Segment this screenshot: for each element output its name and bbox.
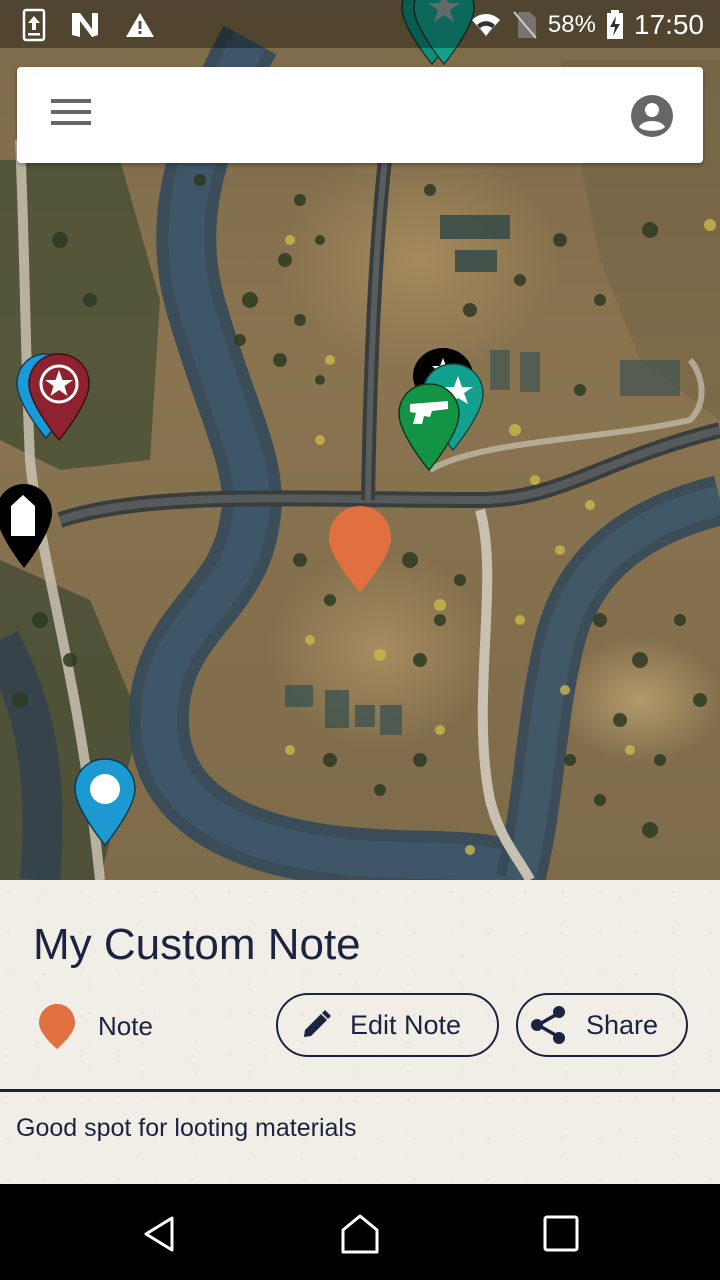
edit-note-label: Edit Note — [350, 1009, 462, 1040]
pencil-icon — [304, 1010, 331, 1037]
note-body: Good spot for looting materials — [16, 1114, 357, 1142]
edit-note-button[interactable]: Edit Note — [276, 993, 499, 1057]
blue-dot-marker[interactable] — [72, 757, 142, 849]
clock: 17:50 — [633, 9, 704, 40]
wifi-icon — [471, 14, 500, 36]
system-nav-bar — [0, 1184, 720, 1280]
dot-icon — [90, 774, 120, 804]
green-gun-marker[interactable] — [396, 382, 466, 474]
top-search-bar[interactable] — [17, 67, 703, 163]
status-bar: 58% 17:50 — [0, 0, 720, 48]
n-app-icon — [72, 13, 98, 37]
battery-percent: 58% — [547, 11, 596, 38]
black-house-marker[interactable] — [0, 482, 60, 572]
battery-charging-icon — [606, 10, 623, 39]
share-button[interactable]: Share — [516, 993, 688, 1057]
share-icon — [531, 1006, 565, 1044]
note-detail-sheet: My Custom Note Note Edit Note Share Good… — [0, 880, 720, 1184]
note-pin-icon — [39, 1004, 75, 1049]
no-sim-icon — [513, 11, 537, 39]
orange-note-marker[interactable] — [326, 504, 396, 596]
recents-square-icon[interactable] — [541, 1214, 581, 1254]
divider — [0, 1089, 720, 1092]
share-label: Share — [586, 1009, 659, 1040]
red-star-badge-marker[interactable] — [26, 352, 96, 444]
hamburger-menu-icon[interactable] — [51, 99, 93, 131]
warning-icon — [126, 13, 154, 37]
app-screen: 58% 17:50 My Custom Note Note Edit Note … — [0, 0, 720, 1280]
category-label: Note — [98, 1010, 153, 1041]
home-icon[interactable] — [340, 1214, 380, 1254]
back-triangle-icon[interactable] — [140, 1214, 180, 1254]
account-circle-icon[interactable] — [631, 95, 673, 137]
upload-sync-icon — [22, 8, 46, 42]
note-title: My Custom Note — [33, 920, 361, 969]
note-category: Note — [38, 1002, 153, 1050]
